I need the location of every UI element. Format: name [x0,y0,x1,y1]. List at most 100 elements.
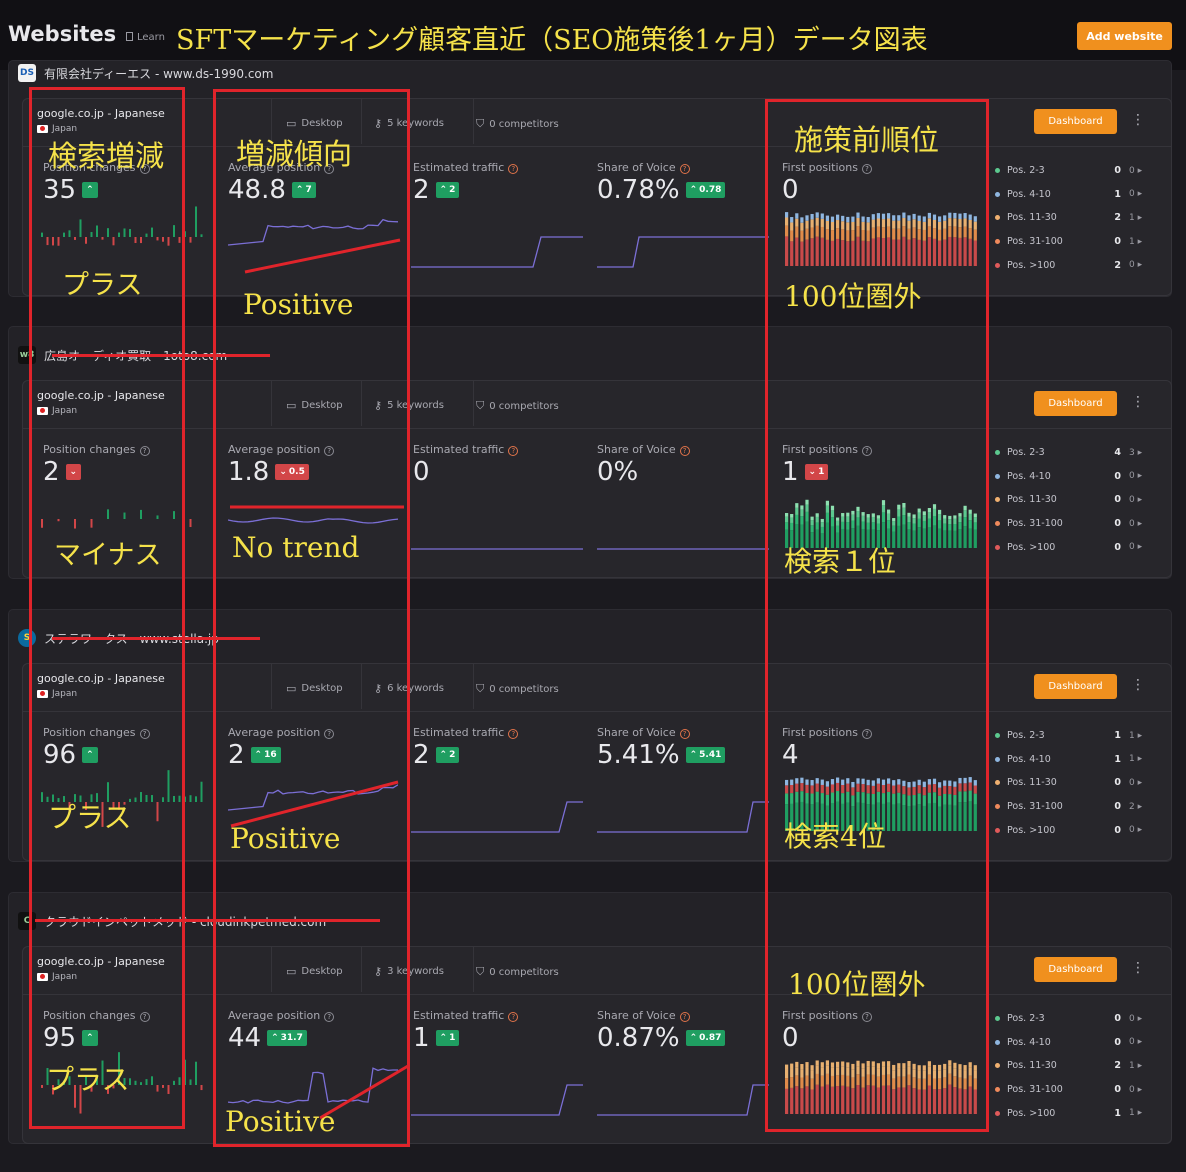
distribution-change: 0 ▸ [1129,495,1142,505]
learn-link[interactable]: Learn [126,32,165,43]
distribution-label: Pos. 31-100 [1007,1084,1063,1096]
more-options-icon[interactable]: ⋮ [1131,394,1145,410]
chevron-up-icon: ⌃ [689,1033,698,1043]
caret-icon: ▸ [1134,189,1143,200]
dashboard-button[interactable]: Dashboard [1034,957,1117,982]
metric-share-of-voice: Share of Voice? 0.87% ⌃ 0.87 [597,1009,772,1053]
distribution-label: Pos. 11-30 [1007,212,1057,224]
help-icon[interactable]: ? [679,729,690,739]
distribution-change: 1 ▸ [1129,731,1142,741]
legend-dot-icon [995,521,1000,527]
sov-sparkline [597,236,769,268]
more-options-icon[interactable]: ⋮ [1131,677,1145,693]
distribution-count: 2 [1114,259,1121,271]
distribution-label: Pos. 2-3 [1007,165,1045,177]
distribution-count: 0 [1114,470,1121,482]
legend-dot-icon [995,780,1000,786]
divider [23,994,1171,995]
legend-dot-icon [995,497,1000,503]
dashboard-button[interactable]: Dashboard [1034,674,1117,699]
help-icon[interactable]: ? [508,164,519,174]
help-icon[interactable]: ? [508,1012,519,1022]
caret-icon: ▸ [1134,260,1143,271]
metric-label-text: Estimated traffic [413,443,505,456]
distribution-label: Pos. 4-10 [1007,470,1051,482]
search-engine-panel: google.co.jp - Japanese Japan ▭ Desktop ⚷ 3 k… [22,946,1172,1144]
distribution-row: Pos. 2-3 0 0 ▸ [995,1007,1171,1031]
metric-value-row: 1 ⌃ 1 [413,1023,460,1053]
distribution-count: 0 [1114,541,1121,553]
distribution-label: Pos. 31-100 [1007,801,1063,813]
divider [23,146,1171,147]
search-engine-panel: google.co.jp - Japanese Japan ▭ Desktop ⚷ 6 k… [22,663,1172,861]
competitors-count[interactable]: ⛉ 0 competitors [476,117,559,131]
change-value: 0.87 [699,1033,722,1043]
divider [473,947,474,992]
distribution-change: 0 ▸ [1129,1085,1142,1095]
caret-icon: ▸ [1134,730,1143,741]
change-bar [195,1061,197,1085]
website-card-header[interactable]: DS 有限会社ディーエス - www.ds-1990.com [18,63,273,83]
legend-dot-icon [995,756,1000,762]
legend-dot-icon [995,1016,1000,1022]
competitors-count[interactable]: ⛉ 0 competitors [476,965,559,979]
position-distribution: Pos. 2-3 1 1 ▸ Pos. 4-10 1 1 ▸ Pos. 11-30 0 0 ▸ P… [995,724,1171,842]
competitors-label: 0 competitors [489,966,559,978]
divider [23,428,1171,429]
metric-estimated-traffic: Estimated traffic? 1 ⌃ 1 [413,1009,588,1053]
help-icon[interactable]: ? [679,446,690,456]
metric-label: Share of Voice? [597,726,772,739]
metric-value-row: 5.41% ⌃ 5.41 [597,740,726,770]
distribution-count: 1 [1114,188,1121,200]
dashboard-button[interactable]: Dashboard [1034,109,1117,134]
divider [473,99,474,144]
help-icon[interactable]: ? [508,729,519,739]
position-distribution: Pos. 2-3 0 0 ▸ Pos. 4-10 0 0 ▸ Pos. 11-30 2 1 ▸ P… [995,1007,1171,1125]
more-options-icon[interactable]: ⋮ [1131,112,1145,128]
distribution-row: Pos. >100 0 0 ▸ [995,535,1171,559]
distribution-count: 0 [1114,777,1121,789]
dashboard-button[interactable]: Dashboard [1034,391,1117,416]
traffic-line [411,1084,583,1116]
distribution-count: 0 [1114,518,1121,530]
legend-dot-icon [995,191,1000,197]
metric-label-text: Share of Voice [597,1009,676,1022]
distribution-count: 0 [1114,824,1121,836]
distribution-label: Pos. 4-10 [1007,1036,1051,1048]
distribution-change: 0 ▸ [1129,166,1142,176]
website-name: 有限会社ディーエス - www.ds-1990.com [44,66,274,81]
competitors-count[interactable]: ⛉ 0 competitors [476,399,559,413]
change-bar [200,1085,203,1091]
caret-icon: ▸ [1134,801,1143,812]
metric-value-row: 2 ⌃ 2 [413,740,460,770]
annotation-site2-col2: No trend [232,531,360,564]
distribution-count: 1 [1114,1107,1121,1119]
chevron-up-icon: ⌃ [689,185,698,195]
distribution-count: 2 [1114,212,1121,224]
change-bar [189,1079,192,1085]
help-icon[interactable]: ? [679,1012,690,1022]
distribution-count: 0 [1114,494,1121,506]
caret-icon: ▸ [1134,1013,1143,1024]
change-value: 2 [449,185,456,195]
metric-label: Estimated traffic? [413,726,588,739]
competitors-icon: ⛉ [476,965,485,978]
more-options-icon[interactable]: ⋮ [1131,960,1145,976]
competitors-count[interactable]: ⛉ 0 competitors [476,682,559,696]
add-website-button[interactable]: Add website [1077,22,1172,50]
distribution-count: 0 [1114,1013,1121,1025]
competitors-icon: ⛉ [476,682,485,695]
distribution-label: Pos. 11-30 [1007,777,1057,789]
distribution-row: Pos. 31-100 0 1 ▸ [995,230,1171,254]
metric-estimated-traffic: Estimated traffic? 2 ⌃ 2 [413,161,588,205]
metric-value: 2 [413,740,430,770]
distribution-row: Pos. 2-3 4 3 ▸ [995,441,1171,465]
metric-estimated-traffic: Estimated traffic? 0 [413,443,588,487]
distribution-row: Pos. 2-3 1 1 ▸ [995,724,1171,748]
help-icon[interactable]: ? [679,164,690,174]
distribution-change: 0 ▸ [1129,1037,1142,1047]
distribution-count: 2 [1114,1060,1121,1072]
metric-label: Share of Voice? [597,161,772,174]
metric-value: 0 [413,457,430,487]
help-icon[interactable]: ? [508,446,519,456]
